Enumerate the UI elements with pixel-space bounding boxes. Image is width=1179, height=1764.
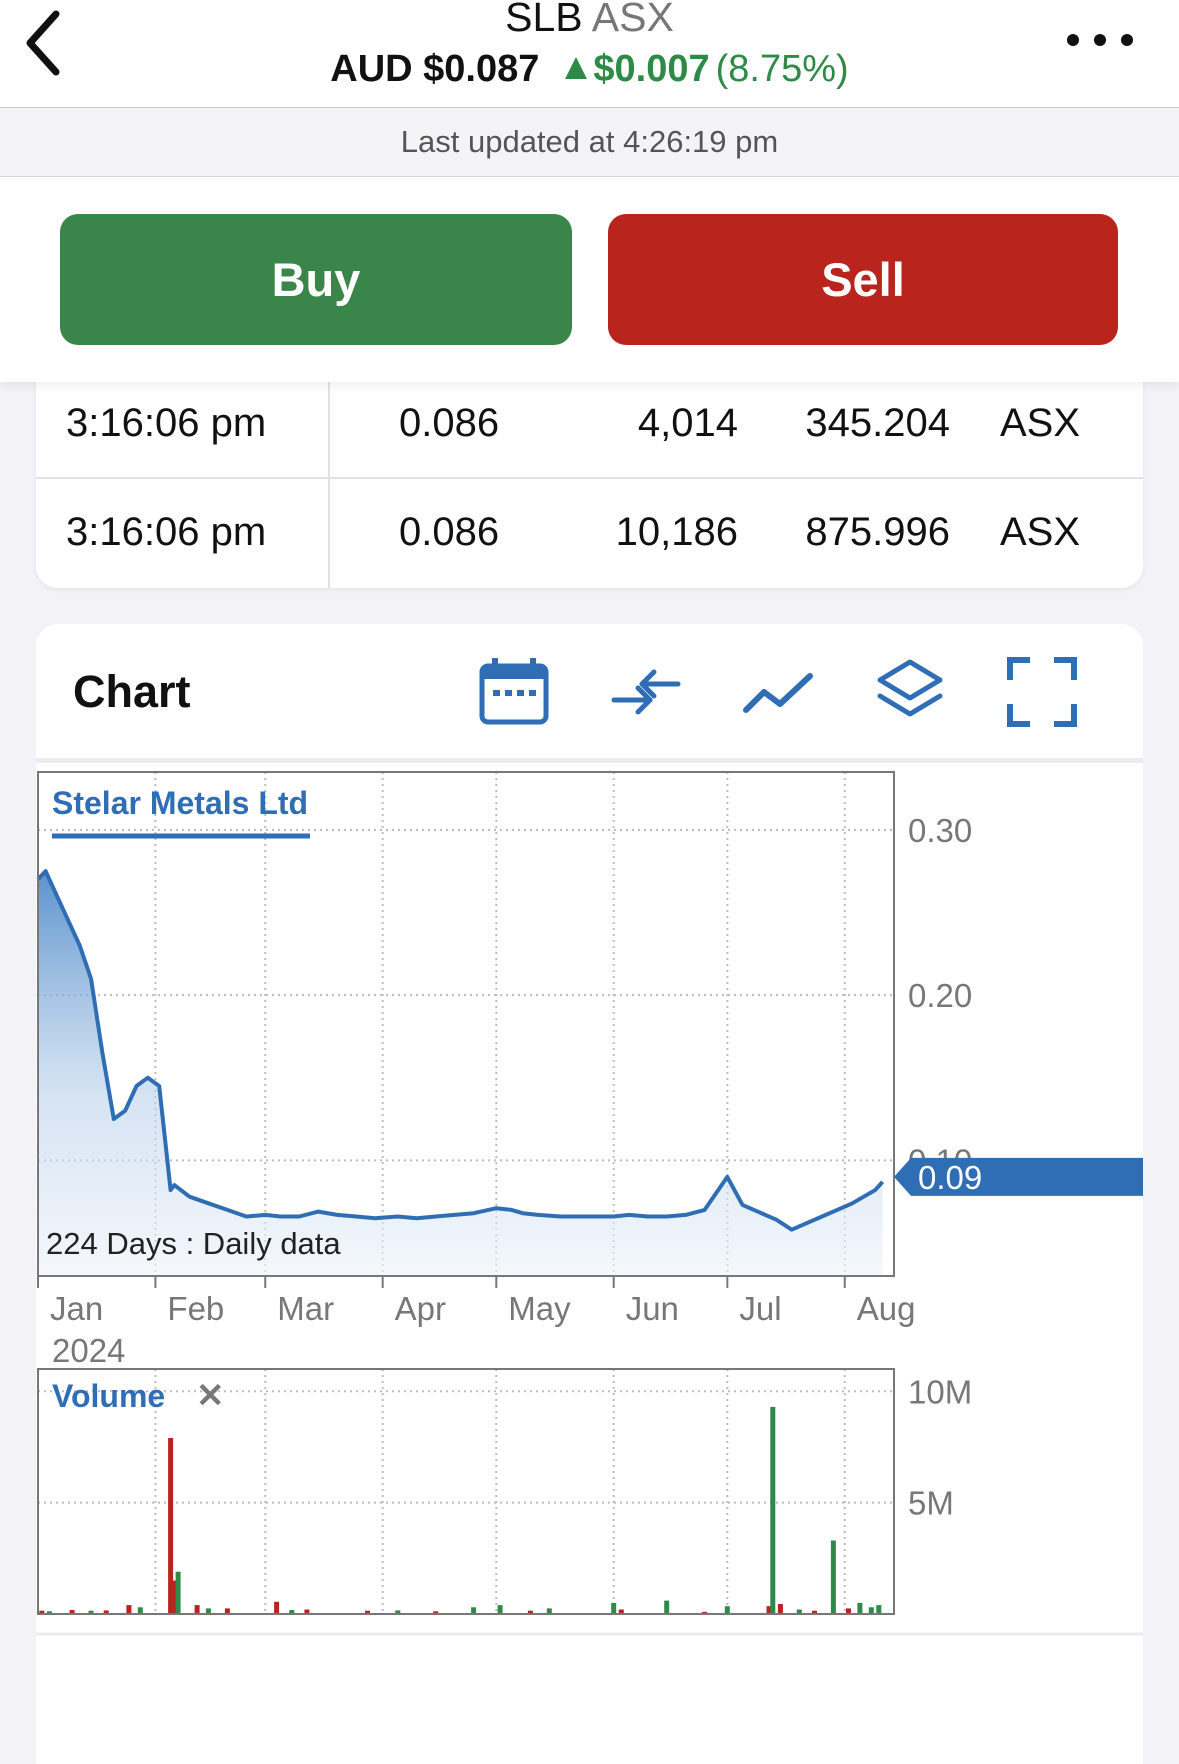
volume-bar: [724, 1606, 730, 1614]
volume-y-tick-label: 5M: [908, 1485, 954, 1522]
symbol: SLB: [505, 0, 583, 40]
x-tick-label: Jul: [739, 1290, 781, 1327]
x-tick-label: Feb: [167, 1290, 224, 1327]
up-arrow-icon: [565, 57, 588, 79]
y-tick-label: 0.30: [908, 812, 972, 849]
sell-button[interactable]: Sell: [608, 214, 1118, 345]
last-updated: Last updated at 4:26:19 pm: [0, 108, 1179, 177]
volume-bar: [274, 1601, 280, 1615]
trade-value: 875.996: [805, 510, 950, 554]
volume-bar: [175, 1571, 181, 1614]
volume-close-icon[interactable]: ✕: [196, 1377, 225, 1415]
chart-series-title: Stelar Metals Ltd: [52, 785, 308, 821]
volume-bar: [876, 1605, 882, 1614]
trades-table: 3:16:06 pm 0.086 4,014 345.204 ASX 3:16:…: [36, 370, 1143, 588]
volume-bar: [611, 1602, 617, 1614]
price-volume-chart[interactable]: 0.300.200.10Stelar Metals Ltd224 Days : …: [36, 762, 1143, 1762]
compare-icon[interactable]: [610, 656, 682, 728]
volume-bar: [194, 1605, 200, 1614]
trade-time: 3:16:06 pm: [66, 401, 267, 445]
line-type-icon[interactable]: [742, 656, 814, 728]
trade-price: 0.086: [399, 510, 500, 554]
trade-value: 345.204: [805, 401, 950, 445]
trade-market: ASX: [1000, 401, 1081, 445]
more-options-icon[interactable]: [1065, 28, 1135, 52]
chart-section-title: Chart: [73, 666, 191, 717]
table-row: 3:16:06 pm 0.086 10,186 875.996 ASX: [36, 479, 1143, 586]
calendar-icon[interactable]: [478, 656, 550, 728]
layers-icon[interactable]: [874, 656, 946, 728]
volume-bar: [777, 1604, 783, 1614]
volume-bar: [137, 1607, 143, 1614]
y-tick-label: 0.20: [908, 977, 972, 1014]
x-tick-label: Apr: [395, 1290, 446, 1327]
trade-time: 3:16:06 pm: [66, 510, 267, 554]
volume-bar: [830, 1540, 836, 1614]
last-value-label: 0.09: [918, 1159, 982, 1196]
chart-footer-note: 224 Days : Daily data: [46, 1226, 341, 1261]
volume-title: Volume: [52, 1378, 165, 1414]
x-tick-label: May: [508, 1290, 571, 1327]
volume-bar: [770, 1406, 776, 1614]
volume-bar: [664, 1600, 670, 1614]
trade-market: ASX: [1000, 510, 1081, 554]
security-title: SLB ASX: [0, 0, 1179, 40]
x-tick-label: Jan: [50, 1290, 103, 1327]
price-line: AUD $0.087 $0.007 (8.75%): [0, 46, 1179, 92]
buy-button[interactable]: Buy: [60, 214, 572, 345]
fullscreen-icon[interactable]: [1006, 656, 1078, 728]
chart-toolbar: Chart: [36, 624, 1143, 763]
volume-bar: [126, 1605, 132, 1614]
volume-y-tick-label: 10M: [908, 1373, 972, 1410]
last-price: AUD $0.087: [330, 48, 540, 90]
volume-bar: [497, 1605, 503, 1614]
volume-plot-frame: [37, 1368, 895, 1615]
x-tick-label: Jun: [626, 1290, 679, 1327]
change-amount: $0.007: [593, 48, 710, 90]
trade-price: 0.086: [399, 401, 500, 445]
quote-header: SLB ASX AUD $0.087 $0.007 (8.75%): [0, 0, 1179, 108]
x-tick-label: Aug: [857, 1290, 916, 1327]
trade-actions: Buy Sell: [0, 177, 1179, 382]
volume-bar: [868, 1607, 874, 1614]
change-percent: (8.75%): [715, 48, 849, 90]
price-change: $0.007: [565, 48, 710, 90]
chart-card: Chart 0.30 0.20 Stelar Metals Ltd 224 Da…: [36, 624, 1143, 1764]
trade-volume: 4,014: [637, 401, 738, 445]
volume-bar: [471, 1607, 477, 1614]
trade-volume: 10,186: [615, 510, 738, 554]
table-row: 3:16:06 pm 0.086 4,014 345.204 ASX: [36, 370, 1143, 479]
exchange: ASX: [591, 0, 674, 40]
x-year-label: 2024: [52, 1332, 125, 1369]
volume-bar: [857, 1602, 863, 1614]
x-tick-label: Mar: [277, 1290, 334, 1327]
